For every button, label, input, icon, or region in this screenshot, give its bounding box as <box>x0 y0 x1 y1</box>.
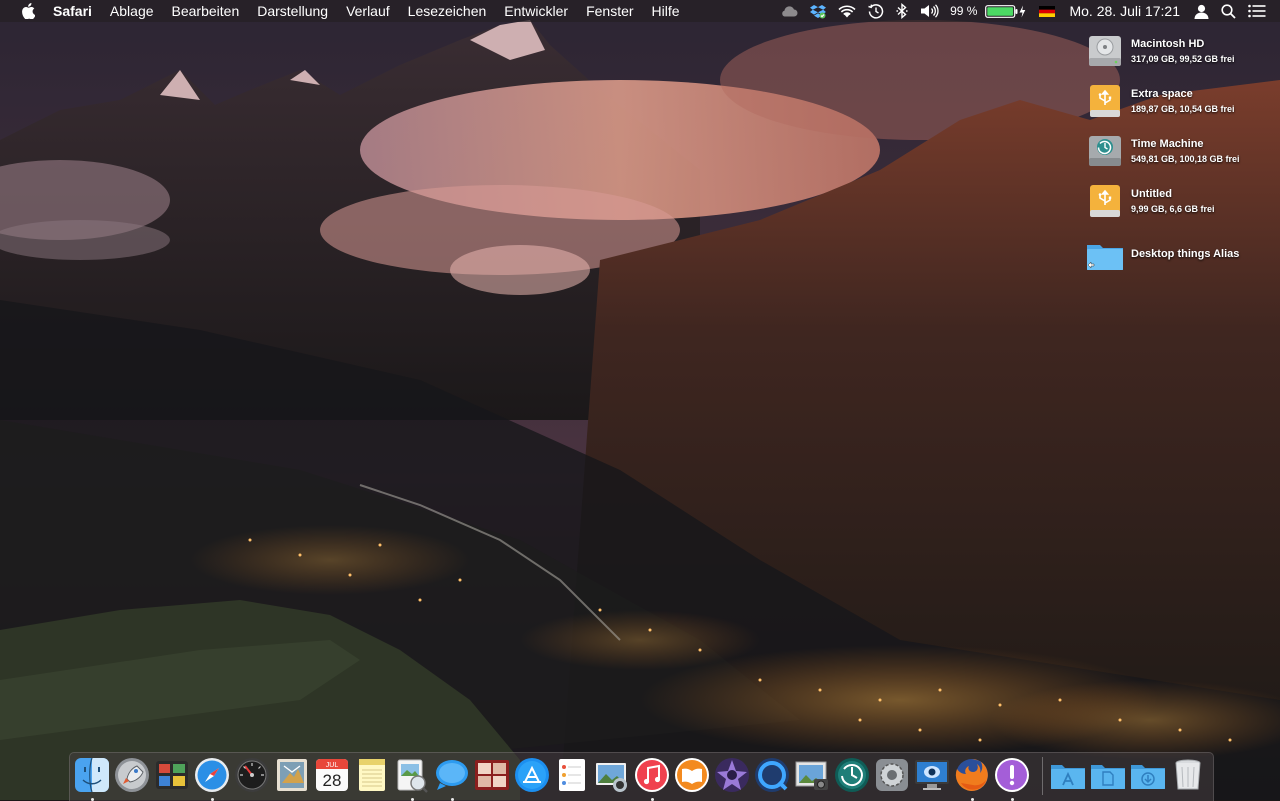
image-capture-icon[interactable] <box>794 757 830 793</box>
menu-lesezeichen[interactable]: Lesezeichen <box>399 0 496 22</box>
menu-entwickler[interactable]: Entwickler <box>495 0 577 22</box>
desktop-item-name: Time Machine <box>1131 138 1204 150</box>
desktop-item-info: 189,87 GB, 10,54 GB frei <box>1131 104 1235 114</box>
menu-bar: Safari Ablage Bearbeiten Darstellung Ver… <box>0 0 1280 22</box>
applications-folder-icon[interactable] <box>1050 757 1086 793</box>
app-menu-safari[interactable]: Safari <box>39 0 101 22</box>
spotlight-icon[interactable] <box>1221 0 1236 22</box>
finder-icon[interactable] <box>74 757 110 801</box>
documents-folder-icon[interactable] <box>1090 757 1126 793</box>
hard-drive-icon <box>1086 32 1124 70</box>
desktop-item-name: Untitled <box>1131 188 1172 200</box>
desktop-item-name: Extra space <box>1131 88 1193 100</box>
desktop-item-name: Macintosh HD <box>1131 38 1205 50</box>
apple-menu-icon[interactable] <box>17 3 39 19</box>
app-store-icon[interactable] <box>514 757 550 793</box>
dock-separator <box>1042 757 1043 795</box>
usb-drive-icon <box>1086 82 1124 120</box>
battery-percent: 99 % <box>950 4 978 18</box>
dropbox-icon[interactable] <box>810 0 827 22</box>
time-machine-icon[interactable] <box>868 0 884 22</box>
calendar-icon[interactable]: JUL 28 <box>314 757 350 793</box>
messages-icon[interactable] <box>434 757 470 801</box>
notes-icon[interactable] <box>354 757 390 793</box>
firefox-icon[interactable] <box>954 757 990 801</box>
desktop-item-extra-space[interactable]: Extra space 189,87 GB, 10,54 GB frei <box>1084 80 1280 124</box>
launchpad-icon[interactable] <box>114 757 150 793</box>
wifi-icon[interactable] <box>838 0 856 22</box>
itunes-icon[interactable] <box>634 757 670 801</box>
reminders-icon[interactable] <box>554 757 590 793</box>
time-machine-icon[interactable] <box>834 757 870 793</box>
user-icon[interactable] <box>1194 0 1209 22</box>
dashboard-icon[interactable] <box>234 757 270 793</box>
calendar-day: 28 <box>323 771 342 790</box>
time-machine-drive-icon <box>1086 132 1124 170</box>
podcasts-icon[interactable] <box>994 757 1030 801</box>
safari-icon[interactable] <box>194 757 230 801</box>
desktop-item-untitled[interactable]: Untitled 9,99 GB, 6,6 GB frei <box>1084 180 1280 224</box>
menubar-clock[interactable]: Mo. 28. Juli 17:21 <box>1069 0 1180 22</box>
desktop-item-macintosh-hd[interactable]: Macintosh HD 317,09 GB, 99,52 GB frei <box>1084 30 1280 74</box>
mission-control-icon[interactable] <box>154 757 190 793</box>
screen-sharing-icon[interactable] <box>914 757 950 793</box>
folder-alias-icon <box>1086 236 1124 274</box>
notification-center-icon[interactable] <box>1248 0 1266 22</box>
dock: JUL 28 <box>69 752 1214 801</box>
imovie-icon[interactable] <box>714 757 750 793</box>
desktop-item-time-machine[interactable]: Time Machine 549,81 GB, 100,18 GB frei <box>1084 130 1280 174</box>
desktop-item-info: 317,09 GB, 99,52 GB frei <box>1131 54 1235 64</box>
desktop-item-info: 9,99 GB, 6,6 GB frei <box>1131 204 1215 214</box>
menu-verlauf[interactable]: Verlauf <box>337 0 399 22</box>
cloud-icon[interactable] <box>780 0 798 22</box>
menu-bearbeiten[interactable]: Bearbeiten <box>163 0 249 22</box>
desktop-item-desktop-things-alias[interactable]: Desktop things Alias <box>1084 234 1280 278</box>
iphoto-icon[interactable] <box>594 757 630 793</box>
status-menus: 99 % Mo. 28. Juli 17:21 <box>774 0 1280 22</box>
downloads-folder-icon[interactable] <box>1130 757 1166 793</box>
trash-icon[interactable] <box>1170 757 1206 793</box>
volume-icon[interactable] <box>920 0 940 22</box>
desktop-item-info: 549,81 GB, 100,18 GB frei <box>1131 154 1240 164</box>
preview-icon[interactable] <box>394 757 430 801</box>
menu-hilfe[interactable]: Hilfe <box>643 0 689 22</box>
photo-booth-icon[interactable] <box>474 757 510 793</box>
bluetooth-icon[interactable] <box>896 0 908 22</box>
menu-fenster[interactable]: Fenster <box>577 0 642 22</box>
desktop-item-name: Desktop things Alias <box>1131 248 1240 260</box>
calendar-month: JUL <box>326 762 339 769</box>
menu-ablage[interactable]: Ablage <box>101 0 163 22</box>
ibooks-icon[interactable] <box>674 757 710 793</box>
mail-icon[interactable] <box>274 757 310 793</box>
system-preferences-icon[interactable] <box>874 757 910 793</box>
usb-drive-icon <box>1086 182 1124 220</box>
menu-darstellung[interactable]: Darstellung <box>248 0 337 22</box>
flag-de-icon[interactable] <box>1039 0 1056 22</box>
quicktime-icon[interactable] <box>754 757 790 793</box>
battery-icon[interactable] <box>985 0 1027 22</box>
